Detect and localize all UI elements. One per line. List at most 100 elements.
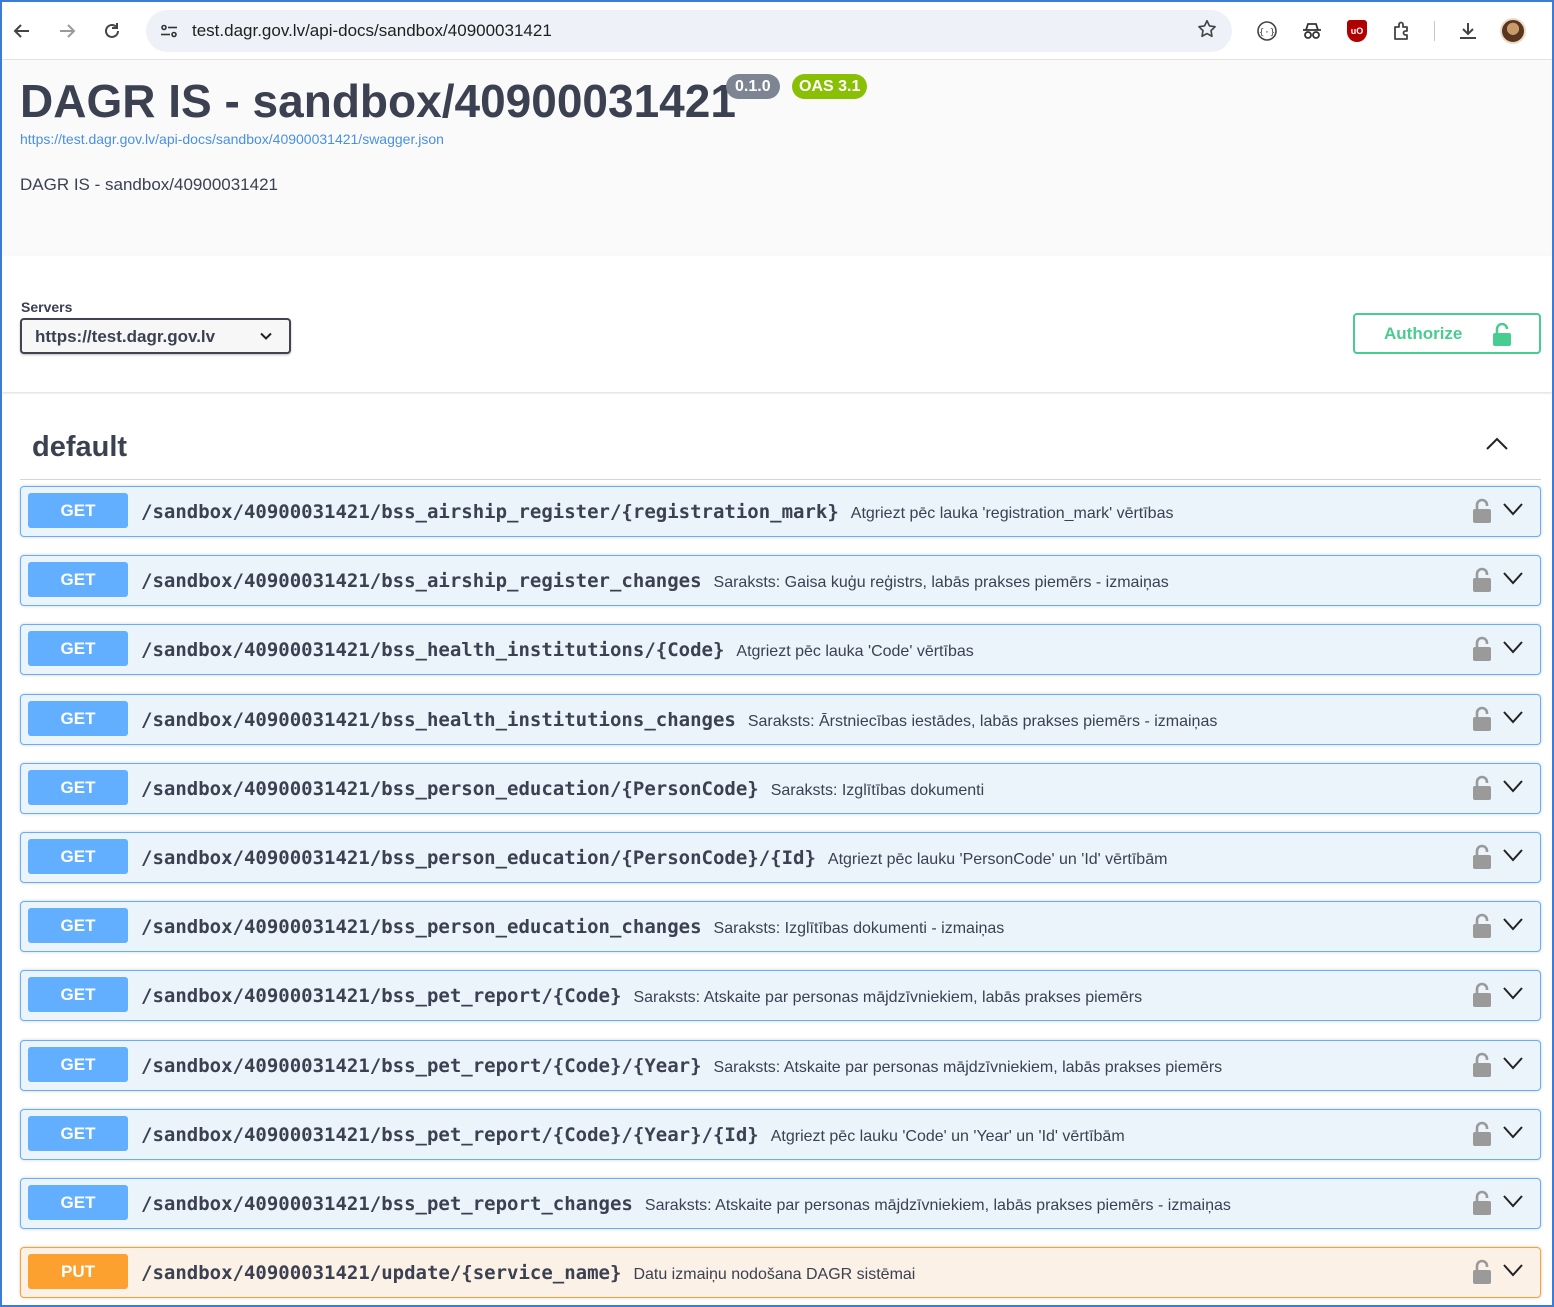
http-method-badge: GET: [28, 1185, 128, 1220]
forward-button[interactable]: [51, 15, 83, 47]
svg-text:{·}: {·}: [1259, 28, 1275, 38]
operation-path-text: /sandbox/40900031421/bss_person_educatio…: [141, 847, 816, 869]
chevron-down-icon[interactable]: [1502, 847, 1524, 868]
lock-icon[interactable]: [1472, 636, 1492, 667]
lock-icon[interactable]: [1472, 1259, 1492, 1290]
operation-path[interactable]: /sandbox/40900031421/update/{service_nam…: [141, 1262, 915, 1284]
chevron-down-icon[interactable]: [1502, 709, 1524, 730]
operation-summary: Saraksts: Izglītības dokumenti - izmaiņa…: [713, 920, 1005, 938]
operation-path-text: /sandbox/40900031421/bss_pet_report/{Cod…: [141, 1123, 759, 1146]
toolbar-divider: [1434, 21, 1435, 41]
extension-code-icon[interactable]: {·}: [1252, 16, 1282, 46]
operation-path[interactable]: /sandbox/40900031421/bss_pet_report_chan…: [141, 1193, 1231, 1215]
chevron-down-icon[interactable]: [1502, 1055, 1524, 1076]
chevron-down-icon[interactable]: [1502, 1124, 1524, 1145]
operation-row[interactable]: GET/sandbox/40900031421/bss_person_educa…: [20, 832, 1541, 883]
operation-summary: Saraksts: Atskaite par personas mājdzīvn…: [633, 989, 1143, 1007]
lock-icon[interactable]: [1472, 498, 1492, 529]
http-method-badge: GET: [28, 839, 128, 874]
back-button[interactable]: [6, 15, 38, 47]
operation-row[interactable]: GET/sandbox/40900031421/bss_person_educa…: [20, 901, 1541, 953]
operation-path[interactable]: /sandbox/40900031421/bss_health_institut…: [141, 639, 974, 661]
operation-path[interactable]: /sandbox/40900031421/bss_pet_report/{Cod…: [141, 1124, 1125, 1146]
operation-path[interactable]: /sandbox/40900031421/bss_person_educatio…: [141, 916, 1004, 938]
version-badge: 0.1.0: [726, 74, 780, 99]
operation-summary: Datu izmaiņu nodošana DAGR sistēmai: [633, 1266, 916, 1284]
operation-row[interactable]: GET/sandbox/40900031421/bss_person_educa…: [20, 762, 1541, 814]
chevron-down-icon: [259, 329, 273, 348]
operation-path-text: /sandbox/40900031421/bss_pet_report/{Cod…: [141, 985, 622, 1008]
reload-button[interactable]: [96, 15, 128, 47]
operation-path-text: /sandbox/40900031421/bss_person_educatio…: [141, 777, 759, 800]
extension-incognito-icon[interactable]: [1297, 16, 1327, 46]
operation-path[interactable]: /sandbox/40900031421/bss_health_institut…: [141, 709, 1217, 731]
chevron-down-icon[interactable]: [1502, 639, 1524, 660]
tag-name: default: [32, 431, 128, 463]
arrow-right-icon: [60, 24, 76, 38]
operation-path-text: /sandbox/40900031421/bss_airship_registe…: [141, 501, 839, 523]
lock-icon[interactable]: [1472, 1121, 1492, 1152]
oas-badge: OAS 3.1: [792, 74, 868, 99]
operation-summary: Atgriezt pēc lauka 'Code' vērtības: [736, 643, 974, 661]
arrow-left-icon: [13, 24, 29, 38]
operation-row[interactable]: GET/sandbox/40900031421/bss_pet_report/{…: [20, 1108, 1541, 1160]
operation-row[interactable]: GET/sandbox/40900031421/bss_airship_regi…: [20, 486, 1541, 537]
operation-path-text: /sandbox/40900031421/bss_person_educatio…: [141, 916, 702, 939]
ublock-origin-icon[interactable]: uO: [1342, 16, 1372, 46]
operation-path[interactable]: /sandbox/40900031421/bss_pet_report/{Cod…: [141, 1055, 1222, 1077]
operation-path-text: /sandbox/40900031421/bss_health_institut…: [141, 708, 736, 731]
operation-summary: Saraksts: Atskaite par personas mājdzīvn…: [644, 1197, 1231, 1214]
unlocked-lock-icon: [1492, 322, 1512, 352]
chevron-up-icon[interactable]: [1485, 436, 1509, 457]
authorize-label: Authorize: [1384, 324, 1463, 343]
chevron-down-icon[interactable]: [1502, 570, 1524, 591]
download-icon[interactable]: [1453, 16, 1483, 46]
operation-summary: Atgriezt pēc lauka 'registration_mark' v…: [850, 505, 1174, 522]
lock-icon[interactable]: [1472, 1052, 1492, 1083]
lock-icon[interactable]: [1472, 775, 1492, 806]
operation-path-text: /sandbox/40900031421/bss_pet_report/{Cod…: [141, 1054, 702, 1077]
operation-row[interactable]: PUT/sandbox/40900031421/update/{service_…: [20, 1247, 1541, 1299]
servers-selected-value: https://test.dagr.gov.lv: [35, 327, 216, 346]
http-method-badge: GET: [28, 493, 128, 528]
operation-row[interactable]: GET/sandbox/40900031421/bss_pet_report/{…: [20, 1039, 1541, 1091]
chevron-down-icon[interactable]: [1502, 1193, 1524, 1214]
lock-icon[interactable]: [1472, 567, 1492, 598]
authorize-button[interactable]: Authorize: [1353, 313, 1541, 354]
url-text[interactable]: test.dagr.gov.lv/api-docs/sandbox/409000…: [192, 21, 552, 41]
operation-row[interactable]: GET/sandbox/40900031421/bss_health_insti…: [20, 624, 1541, 676]
swagger-json-link[interactable]: https://test.dagr.gov.lv/api-docs/sandbo…: [20, 131, 444, 147]
lock-icon[interactable]: [1472, 706, 1492, 737]
operation-summary: Saraksts: Atskaite par personas mājdzīvn…: [713, 1058, 1223, 1076]
lock-icon[interactable]: [1472, 844, 1492, 875]
chevron-down-icon[interactable]: [1502, 1262, 1524, 1283]
operation-path[interactable]: /sandbox/40900031421/bss_airship_registe…: [141, 570, 1169, 592]
address-bar[interactable]: test.dagr.gov.lv/api-docs/sandbox/409000…: [146, 10, 1232, 52]
lock-icon[interactable]: [1472, 1190, 1492, 1221]
operation-path[interactable]: /sandbox/40900031421/bss_person_educatio…: [141, 847, 1167, 869]
servers-select[interactable]: https://test.dagr.gov.lv: [20, 318, 291, 354]
operation-path-text: /sandbox/40900031421/update/{service_nam…: [141, 1262, 622, 1285]
http-method-badge: GET: [28, 769, 128, 805]
operation-path[interactable]: /sandbox/40900031421/bss_person_educatio…: [141, 778, 984, 800]
lock-icon[interactable]: [1472, 913, 1492, 944]
http-method-badge: GET: [28, 908, 128, 944]
tag-section-header[interactable]: default: [20, 414, 1541, 480]
operation-row[interactable]: GET/sandbox/40900031421/bss_health_insti…: [20, 693, 1541, 745]
operation-path[interactable]: /sandbox/40900031421/bss_airship_registe…: [141, 501, 1173, 523]
site-settings-icon[interactable]: [154, 16, 184, 46]
operation-row[interactable]: GET/sandbox/40900031421/bss_pet_report/{…: [20, 970, 1541, 1022]
http-method-badge: GET: [28, 977, 128, 1013]
operation-path-text: /sandbox/40900031421/bss_pet_report_chan…: [141, 1193, 633, 1215]
extensions-puzzle-icon[interactable]: [1387, 16, 1417, 46]
chevron-down-icon[interactable]: [1502, 916, 1524, 937]
chevron-down-icon[interactable]: [1502, 778, 1524, 799]
chevron-down-icon[interactable]: [1502, 985, 1524, 1006]
lock-icon[interactable]: [1472, 982, 1492, 1013]
operation-row[interactable]: GET/sandbox/40900031421/bss_pet_report_c…: [20, 1178, 1541, 1229]
operation-row[interactable]: GET/sandbox/40900031421/bss_airship_regi…: [20, 555, 1541, 607]
profile-avatar[interactable]: [1498, 16, 1528, 46]
bookmark-star-icon[interactable]: [1196, 18, 1218, 46]
operation-path[interactable]: /sandbox/40900031421/bss_pet_report/{Cod…: [141, 985, 1142, 1007]
chevron-down-icon[interactable]: [1502, 501, 1524, 522]
